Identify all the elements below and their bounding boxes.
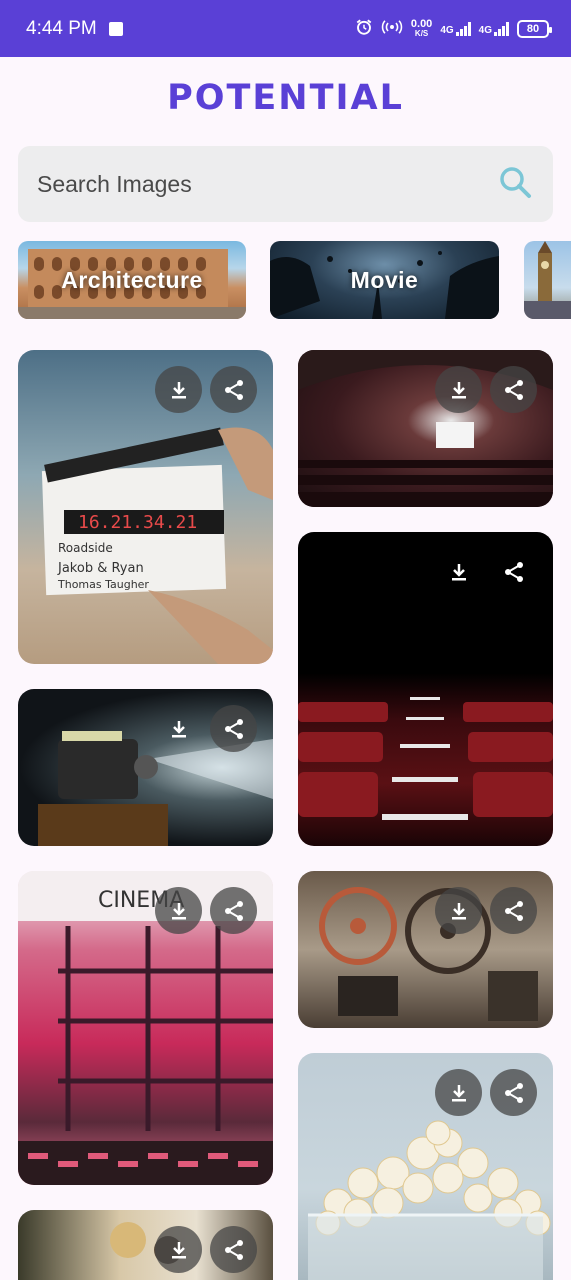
download-button[interactable] bbox=[435, 548, 482, 595]
download-icon bbox=[451, 563, 466, 580]
svg-text:Jakob & Ryan: Jakob & Ryan bbox=[57, 561, 144, 576]
share-button[interactable] bbox=[210, 887, 257, 934]
svg-text:16.21.34.21: 16.21.34.21 bbox=[78, 512, 197, 533]
share-icon bbox=[224, 1239, 243, 1260]
signal-2: 4G bbox=[478, 21, 509, 36]
share-icon bbox=[504, 561, 523, 582]
alarm-icon bbox=[355, 18, 373, 39]
download-button[interactable] bbox=[435, 1069, 482, 1116]
card-actions bbox=[435, 1069, 537, 1116]
hotspot-icon bbox=[381, 18, 403, 39]
share-icon bbox=[504, 379, 523, 400]
image-card-projector[interactable] bbox=[18, 689, 273, 846]
card-actions bbox=[155, 1226, 257, 1273]
svg-text:Thomas Taugher: Thomas Taugher bbox=[57, 578, 149, 591]
download-icon bbox=[171, 381, 186, 398]
share-button[interactable] bbox=[210, 1226, 257, 1273]
network-type-2: 4G bbox=[478, 24, 492, 36]
card-actions bbox=[435, 366, 537, 413]
category-label-movie: Movie bbox=[350, 266, 419, 293]
image-card-seats[interactable] bbox=[298, 532, 553, 846]
network-speed: 0.00 K/S bbox=[410, 17, 433, 39]
download-button[interactable] bbox=[155, 1226, 202, 1273]
share-button[interactable] bbox=[210, 366, 257, 413]
share-icon bbox=[504, 900, 523, 921]
speed-value: 0.00 bbox=[410, 17, 433, 30]
card-actions bbox=[435, 548, 537, 595]
signal-bars-1-icon bbox=[455, 21, 471, 36]
category-next[interactable] bbox=[524, 241, 571, 319]
download-icon bbox=[171, 902, 186, 919]
share-button[interactable] bbox=[490, 548, 537, 595]
download-button[interactable] bbox=[435, 887, 482, 934]
share-button[interactable] bbox=[490, 887, 537, 934]
card-actions bbox=[435, 887, 537, 934]
card-actions bbox=[155, 705, 257, 752]
download-button[interactable] bbox=[155, 366, 202, 413]
status-bar: 4:44 PM 0.00 K/S 4G 4G 80 bbox=[0, 0, 571, 57]
category-movie[interactable]: Movie bbox=[270, 241, 499, 319]
battery-level: 80 bbox=[526, 22, 540, 35]
download-button[interactable] bbox=[435, 366, 482, 413]
share-button[interactable] bbox=[490, 1069, 537, 1116]
signal-bars-2-icon bbox=[494, 21, 509, 36]
image-card-clapperboard[interactable]: 16.21.34.21 Roadside Jakob & Ryan Thomas… bbox=[18, 350, 273, 664]
svg-text:Roadside: Roadside bbox=[58, 541, 113, 555]
search-input[interactable] bbox=[37, 170, 457, 198]
download-button[interactable] bbox=[155, 887, 202, 934]
category-strip: Architecture Movie bbox=[18, 241, 571, 319]
download-icon bbox=[451, 381, 466, 398]
image-card-cinema-front[interactable]: CINEMA bbox=[18, 871, 273, 1185]
download-icon bbox=[451, 1084, 466, 1101]
image-card-popcorn[interactable] bbox=[298, 1053, 553, 1280]
category-architecture[interactable]: Architecture bbox=[18, 241, 246, 319]
share-icon bbox=[504, 1082, 523, 1103]
download-button[interactable] bbox=[155, 705, 202, 752]
app-title: POTENTIAL bbox=[167, 78, 404, 118]
share-button[interactable] bbox=[210, 705, 257, 752]
share-icon bbox=[224, 900, 243, 921]
share-button[interactable] bbox=[490, 366, 537, 413]
image-card-theater[interactable] bbox=[298, 350, 553, 507]
download-icon bbox=[171, 720, 186, 737]
status-time: 4:44 PM bbox=[26, 17, 97, 39]
big-ben-image bbox=[524, 241, 571, 319]
network-type-1: 4G bbox=[440, 24, 454, 36]
share-icon bbox=[224, 718, 243, 739]
speed-unit: K/S bbox=[414, 28, 429, 38]
status-right: 0.00 K/S 4G 4G 80 bbox=[355, 17, 552, 39]
image-card-people[interactable] bbox=[18, 1210, 273, 1280]
download-icon bbox=[451, 902, 466, 919]
battery-icon: 80 bbox=[517, 19, 552, 38]
card-actions bbox=[155, 887, 257, 934]
share-icon bbox=[224, 379, 243, 400]
notification-icon bbox=[108, 21, 123, 36]
search-bar bbox=[18, 146, 553, 222]
card-actions bbox=[155, 366, 257, 413]
search-icon[interactable] bbox=[497, 164, 533, 205]
download-icon bbox=[171, 1241, 186, 1258]
image-card-film-reels[interactable] bbox=[298, 871, 553, 1028]
category-label-architecture: Architecture bbox=[61, 266, 203, 293]
signal-1: 4G bbox=[440, 21, 471, 36]
status-left: 4:44 PM bbox=[26, 18, 123, 40]
